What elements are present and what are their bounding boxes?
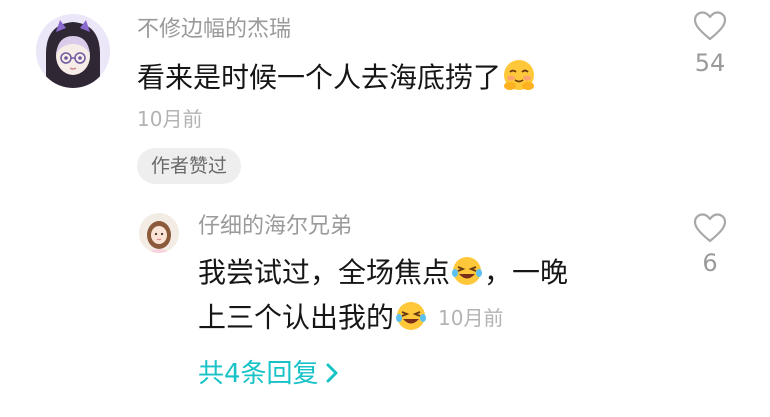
reply-text-part-1: 我尝试过，全场焦点 [198, 256, 451, 289]
reply-like-button[interactable]: 6 [680, 212, 740, 278]
comment-username[interactable]: 不修边幅的杰瑞 [137, 17, 291, 43]
reply-text-part-2: ，一晚 [484, 256, 569, 289]
rolling-laugh-emoji-icon [395, 300, 427, 341]
comment-like-button[interactable]: 54 [680, 10, 740, 78]
view-all-replies-link[interactable]: 共4条回复 [198, 357, 339, 393]
comment-text: 看来是时候一个人去海底捞了 [137, 58, 537, 101]
reply-avatar-image [139, 213, 179, 253]
reply-text-line-2: 上三个认出我的 10月前 [198, 300, 503, 341]
reply-text-part-3: 上三个认出我的 [198, 301, 395, 334]
view-replies-label: 共4条回复 [198, 359, 319, 389]
chevron-right-icon [325, 359, 339, 393]
heart-outline-icon [693, 213, 727, 243]
avatar[interactable] [36, 14, 110, 88]
reply-time: 10月前 [438, 306, 504, 330]
avatar-image [36, 14, 110, 88]
reply-username[interactable]: 仔细的海尔兄弟 [198, 214, 352, 240]
comment-time: 10月前 [137, 107, 203, 131]
author-liked-badge: 作者赞过 [137, 148, 242, 184]
heart-outline-icon [693, 11, 727, 41]
reply-text-line-1: 我尝试过，全场焦点 ，一晚 [198, 255, 568, 296]
reply-like-count: 6 [702, 249, 718, 277]
comment-text-content: 看来是时候一个人去海底捞了 [137, 61, 502, 94]
rolling-laugh-emoji-icon [451, 255, 483, 296]
reply-avatar[interactable] [139, 213, 179, 253]
blushing-hug-emoji-icon [502, 58, 536, 101]
comment-like-count: 54 [694, 49, 726, 77]
